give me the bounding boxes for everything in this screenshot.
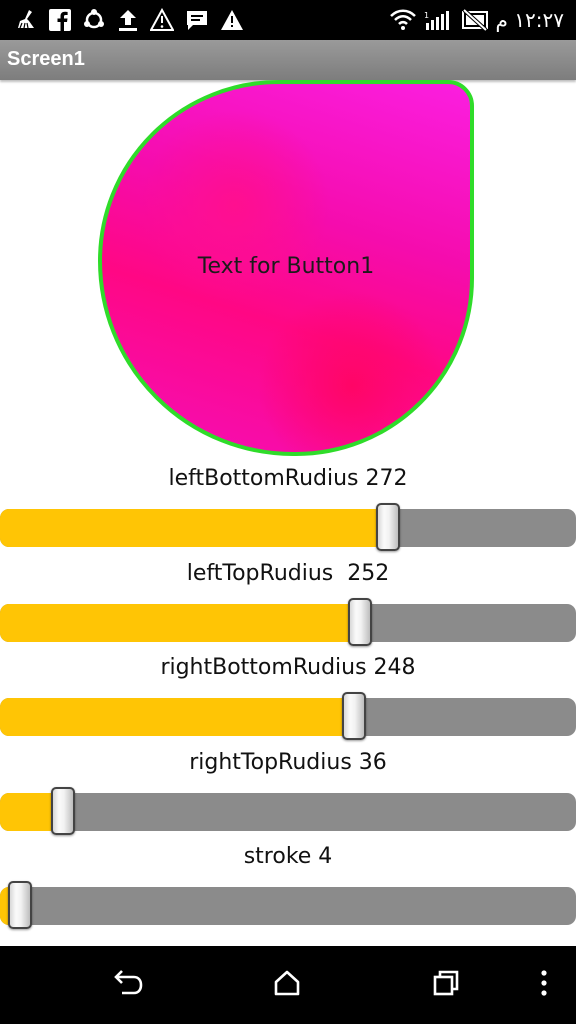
upload-icon [117, 8, 139, 32]
navigation-bar [0, 946, 576, 1024]
wifi-icon [389, 9, 416, 31]
message-icon [185, 8, 209, 32]
notification-icons [14, 6, 244, 34]
clock: ١٢:٢٧ م [495, 8, 564, 32]
button1[interactable]: Text for Button1 [98, 80, 474, 456]
svg-text:1: 1 [424, 11, 429, 20]
facebook-icon [49, 9, 71, 31]
slider-track [0, 887, 576, 925]
status-bar: 1 ١٢:٢٧ م [0, 0, 576, 40]
right-bottom-radius-label: rightBottomRudius 248 [160, 655, 416, 680]
recent-apps-button[interactable] [430, 970, 462, 1000]
action-bar: Screen1 [0, 40, 576, 80]
left-top-radius-label: leftTopRudius 252 [186, 561, 390, 586]
slider-thumb[interactable] [8, 881, 32, 929]
left-bottom-radius-slider[interactable] [0, 503, 576, 551]
slider-thumb[interactable] [376, 503, 400, 551]
slider-thumb[interactable] [348, 598, 372, 646]
overflow-menu-button[interactable] [528, 970, 560, 1000]
overflow-menu-icon [539, 969, 549, 1001]
button1-label: Text for Button1 [197, 254, 375, 279]
slider-track [0, 604, 576, 642]
slider-thumb[interactable] [342, 692, 366, 740]
home-button[interactable] [271, 970, 303, 1000]
screen-title: Screen1 [7, 48, 85, 70]
slider-track [0, 793, 576, 831]
broom-icon [14, 8, 38, 32]
slider-fill [0, 604, 360, 642]
system-icons: 1 ١٢:٢٧ م [389, 6, 564, 34]
left-top-radius-slider[interactable] [0, 598, 576, 646]
warning-icon [220, 8, 244, 32]
right-top-radius-slider[interactable] [0, 787, 576, 835]
back-button[interactable] [112, 970, 144, 1000]
slider-fill [0, 698, 354, 736]
slider-track [0, 509, 576, 547]
home-icon [273, 969, 301, 1001]
warning-outline-icon [150, 8, 174, 32]
slider-fill [0, 509, 388, 547]
slider-track [0, 698, 576, 736]
no-sim-icon [461, 9, 488, 31]
sync-icon [82, 8, 106, 32]
back-icon [112, 969, 144, 1001]
stroke-slider[interactable] [0, 881, 576, 929]
signal-icon: 1 [424, 9, 454, 31]
stroke-label: stroke 4 [243, 844, 333, 869]
recent-apps-icon [432, 969, 460, 1001]
slider-thumb[interactable] [51, 787, 75, 835]
right-bottom-radius-slider[interactable] [0, 692, 576, 740]
right-top-radius-label: rightTopRudius 36 [189, 750, 387, 775]
left-bottom-radius-label: leftBottomRudius 272 [168, 466, 408, 491]
